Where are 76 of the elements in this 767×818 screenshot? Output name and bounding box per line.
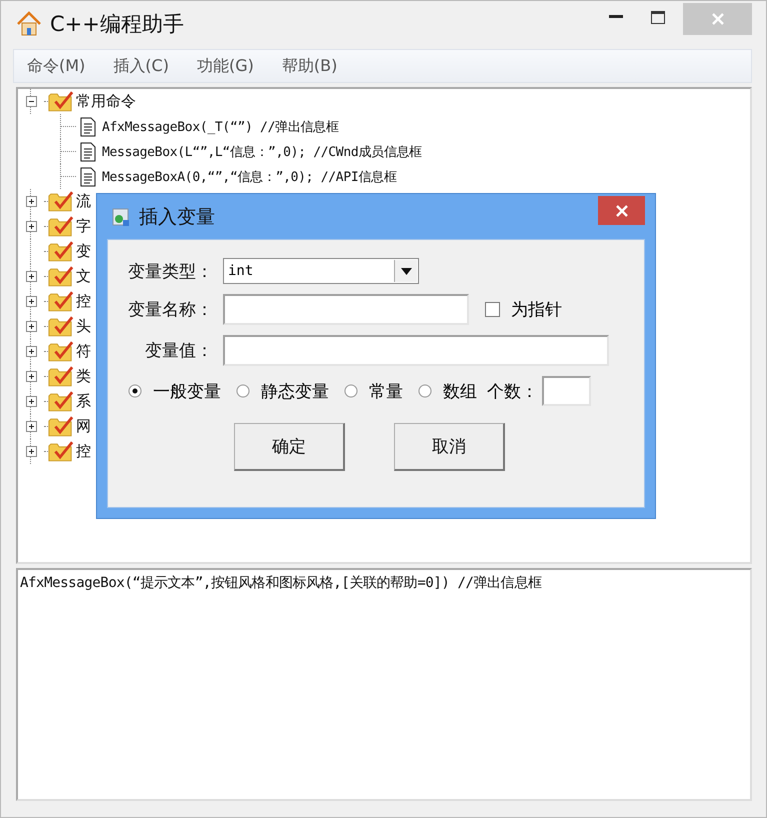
- field-label: 个数：: [487, 380, 538, 402]
- ok-button[interactable]: 确定: [234, 423, 345, 471]
- tree-item-label[interactable]: 控: [76, 292, 91, 311]
- radio-label: 数组: [443, 380, 477, 402]
- input-field[interactable]: [542, 376, 591, 406]
- folder-check-icon: [48, 266, 74, 287]
- tree-item-label[interactable]: 网: [76, 417, 91, 436]
- home-icon: [16, 10, 42, 36]
- close-icon: [616, 204, 628, 216]
- tree-item-label[interactable]: 变: [76, 242, 91, 261]
- document-icon: [80, 116, 96, 136]
- menu-item[interactable]: 命令(M): [14, 56, 98, 76]
- close-icon: [710, 12, 724, 26]
- folder-check-icon: [48, 441, 74, 462]
- dialog-title: 插入变量: [139, 204, 215, 230]
- radio-button[interactable]: [128, 384, 142, 398]
- expand-toggle-icon[interactable]: [26, 396, 36, 407]
- tree-item-label[interactable]: 常用命令: [76, 92, 136, 111]
- field-label: 变量名称：: [127, 299, 213, 321]
- radio-label: 常量: [369, 380, 403, 402]
- radio-label: 一般变量: [153, 380, 221, 402]
- input-field[interactable]: [223, 335, 609, 366]
- window-icon: [111, 206, 131, 226]
- tree-item-label[interactable]: 流: [76, 192, 91, 211]
- folder-check-icon: [48, 366, 74, 387]
- detail-text: AfxMessageBox(“提示文本”,按钮风格和图标风格,[关联的帮助=0]) //弹出信息框: [20, 574, 543, 592]
- folder-check-icon: [48, 291, 74, 312]
- radio-label: 静态变量: [261, 380, 329, 402]
- tree-item-label[interactable]: AfxMessageBox(_T(“”) //弹出信息框: [102, 118, 339, 136]
- folder-check-icon: [48, 316, 74, 337]
- type-dropdown[interactable]: int: [223, 258, 419, 284]
- maximize-icon: [651, 10, 665, 24]
- folder-check-icon: [48, 191, 74, 212]
- folder-check-icon: [48, 241, 74, 262]
- expand-toggle-icon[interactable]: [26, 346, 36, 357]
- menu-item[interactable]: 功能(G): [184, 56, 267, 76]
- expand-toggle-icon[interactable]: [26, 371, 36, 382]
- window-title: C++编程助手: [50, 10, 184, 38]
- tree-item-label[interactable]: 字: [76, 217, 91, 236]
- tree-item-label[interactable]: MessageBox(L“”,L“信息：”,0); //CWnd成员信息框: [102, 142, 422, 160]
- tree-item-label[interactable]: 符: [76, 342, 91, 361]
- radio-button[interactable]: [418, 384, 432, 398]
- checkbox[interactable]: [485, 302, 500, 317]
- folder-check-icon: [48, 91, 74, 112]
- tree-item-label[interactable]: MessageBoxA(0,“”,“信息：”,0); //API信息框: [102, 168, 396, 186]
- tree-item-label[interactable]: 控: [76, 442, 91, 461]
- expand-toggle-icon[interactable]: [26, 221, 36, 232]
- tree-item-label[interactable]: 系: [76, 392, 91, 411]
- field-label: 变量类型：: [127, 260, 213, 282]
- checkbox-label: 为指针: [511, 299, 562, 321]
- collapse-toggle-icon[interactable]: [26, 96, 36, 107]
- expand-toggle-icon[interactable]: [26, 321, 36, 332]
- expand-toggle-icon[interactable]: [26, 421, 36, 432]
- tree-item-label[interactable]: 头: [76, 317, 91, 336]
- close-button[interactable]: [598, 196, 645, 225]
- expand-toggle-icon[interactable]: [26, 296, 36, 307]
- tree-item-label[interactable]: 文: [76, 267, 91, 286]
- field-label: 变量值：: [144, 340, 213, 362]
- folder-check-icon: [48, 391, 74, 412]
- minimize-icon: [609, 15, 623, 19]
- radio-button[interactable]: [236, 384, 250, 398]
- folder-check-icon: [48, 416, 74, 437]
- folder-check-icon: [48, 216, 74, 237]
- caret-icon: [400, 268, 412, 274]
- document-icon: [80, 142, 96, 162]
- expand-toggle-icon[interactable]: [26, 196, 36, 207]
- tree-item-label[interactable]: 类: [76, 367, 91, 386]
- expand-toggle-icon[interactable]: [26, 271, 36, 282]
- input-field[interactable]: [223, 294, 469, 325]
- radio-button[interactable]: [344, 384, 358, 398]
- document-icon: [80, 166, 96, 186]
- expand-toggle-icon[interactable]: [26, 446, 36, 457]
- menu-item[interactable]: 帮助(B): [268, 56, 350, 76]
- menu-item[interactable]: 插入(C): [100, 56, 182, 76]
- cancel-button[interactable]: 取消: [394, 423, 505, 471]
- folder-check-icon: [48, 341, 74, 362]
